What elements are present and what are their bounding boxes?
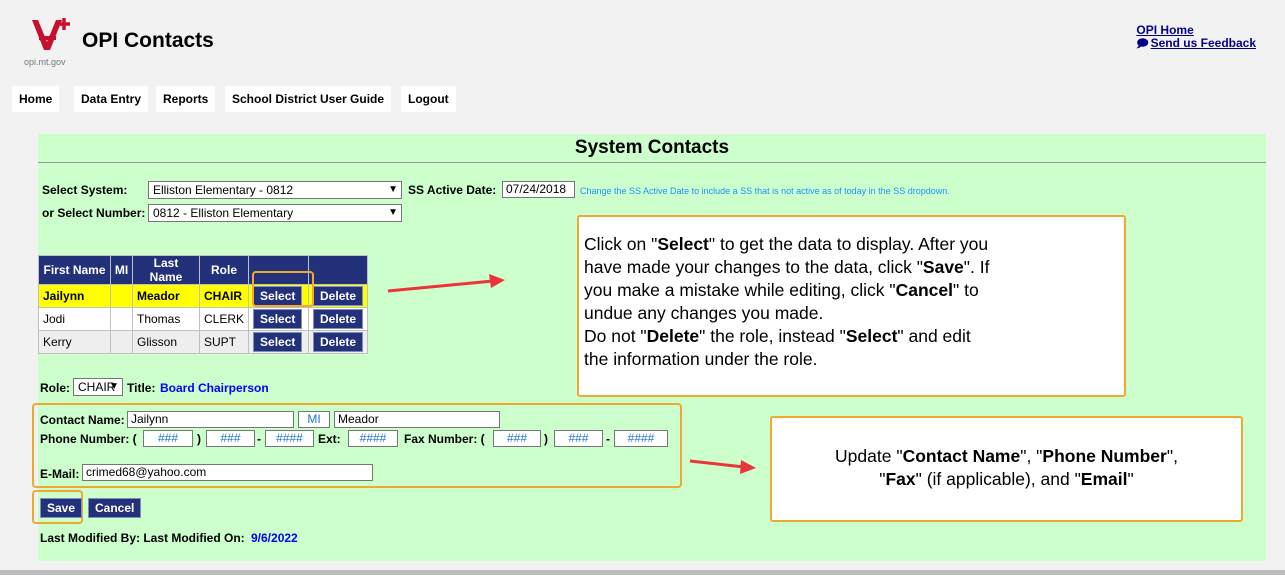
nav-reports[interactable]: Reports — [156, 86, 216, 112]
col-first-name: First Name — [38, 255, 111, 285]
fax-number-label: Fax Number: ( — [404, 432, 485, 446]
chevron-down-icon: ▼ — [388, 207, 398, 218]
cell-first-name: Kerry — [38, 330, 111, 354]
cell-mi — [110, 307, 133, 331]
fax-line-input[interactable]: #### — [614, 430, 668, 447]
page-title: System Contacts — [574, 137, 730, 158]
nav-home[interactable]: Home — [12, 86, 60, 112]
cell-role: SUPT — [198, 330, 250, 354]
phone-prefix-input[interactable]: ### — [206, 430, 255, 447]
last-modified-date: 9/6/2022 — [251, 531, 298, 545]
col-role: Role — [198, 255, 250, 285]
col-delete — [308, 255, 369, 285]
table-row: Jodi Thomas CLERK Select Delete — [38, 307, 369, 331]
contact-name-label: Contact Name: — [40, 413, 125, 427]
cell-mi — [110, 330, 133, 354]
contacts-table: First Name MI Last Name Role Jailynn Mea… — [38, 255, 369, 354]
first-name-input[interactable]: Jailynn — [127, 411, 294, 428]
ss-active-date-input[interactable]: 07/24/2018 — [502, 181, 575, 198]
col-mi: MI — [110, 255, 133, 285]
email-input[interactable]: crimed68@yahoo.com — [82, 464, 373, 481]
fax-paren-close: ) — [544, 432, 548, 446]
phone-paren-close: ) — [197, 432, 201, 446]
role-dropdown[interactable]: CHAIR ▼ — [73, 378, 123, 396]
select-system-label: Select System: — [42, 183, 128, 197]
col-last-name: Last Name — [132, 255, 200, 285]
delete-button[interactable]: Delete — [313, 286, 364, 306]
cell-first-name: Jodi — [38, 307, 111, 331]
speech-bubble-icon: 🗩 — [1136, 38, 1149, 50]
table-row: Kerry Glisson SUPT Select Delete — [38, 330, 369, 354]
nav-data-entry[interactable]: Data Entry — [74, 86, 149, 112]
title-label: Title: — [127, 381, 156, 395]
top-links: OPI Home 🗩 Send us Feedback — [1136, 24, 1256, 51]
select-number-dropdown[interactable]: 0812 - Elliston Elementary ▼ — [148, 204, 402, 222]
ext-label: Ext: — [318, 432, 341, 446]
mi-input[interactable]: MI — [298, 411, 330, 428]
select-number-value: 0812 - Elliston Elementary — [153, 206, 294, 220]
select-number-label: or Select Number: — [42, 206, 146, 220]
last-name-input[interactable]: Meador — [334, 411, 500, 428]
delete-button[interactable]: Delete — [313, 309, 364, 329]
select-instructions-callout: Click on "Select" to get the data to dis… — [577, 215, 1126, 397]
ss-active-date-label: SS Active Date: — [408, 183, 497, 197]
select-system-dropdown[interactable]: Elliston Elementary - 0812 ▼ — [148, 181, 402, 199]
title-divider — [38, 162, 1266, 163]
cell-last-name: Meador — [132, 284, 200, 308]
email-label: E-Mail: — [40, 467, 80, 481]
select-system-value: Elliston Elementary - 0812 — [153, 183, 294, 197]
cancel-button[interactable]: Cancel — [88, 498, 142, 518]
pointer-arrow-icon — [689, 459, 756, 474]
fax-dash: - — [606, 432, 610, 446]
phone-dash: - — [257, 432, 261, 446]
cell-delete: Delete — [308, 307, 369, 331]
ss-active-date-hint: Change the SS Active Date to include a S… — [580, 186, 950, 196]
select-button[interactable]: Select — [253, 309, 303, 329]
cell-delete: Delete — [308, 330, 369, 354]
last-modified-label: Last Modified By: Last Modified On: — [40, 531, 245, 545]
role-label: Role: — [40, 381, 70, 395]
send-feedback-link[interactable]: 🗩 Send us Feedback — [1136, 37, 1256, 51]
ext-input[interactable]: #### — [348, 430, 398, 447]
chevron-down-icon: ▼ — [109, 381, 119, 392]
nav-logout[interactable]: Logout — [401, 86, 456, 112]
fax-area-input[interactable]: ### — [493, 430, 541, 447]
cell-first-name: Jailynn — [38, 284, 111, 308]
cell-role: CLERK — [198, 307, 250, 331]
phone-area-input[interactable]: ### — [143, 430, 193, 447]
phone-line-input[interactable]: #### — [265, 430, 314, 447]
fax-prefix-input[interactable]: ### — [554, 430, 603, 447]
bottom-divider — [0, 570, 1285, 575]
cell-select: Select — [248, 307, 310, 331]
delete-button[interactable]: Delete — [313, 332, 364, 352]
select-highlight-frame — [252, 271, 314, 307]
title-value: Board Chairperson — [160, 381, 269, 395]
update-instructions-text: Update "Contact Name", "Phone Number", "… — [835, 446, 1178, 489]
cell-delete: Delete — [308, 284, 369, 308]
nav-user-guide[interactable]: School District User Guide — [225, 86, 392, 112]
cell-mi — [110, 284, 133, 308]
table-header-row: First Name MI Last Name Role — [38, 255, 369, 285]
cell-select: Select — [248, 330, 310, 354]
main-nav: Home Data Entry Reports School District … — [0, 86, 1285, 112]
save-button[interactable]: Save — [40, 498, 83, 518]
page-header: opi.mt.gov OPI Contacts OPI Home 🗩 Send u… — [0, 0, 1285, 86]
table-row: Jailynn Meador CHAIR Select Delete — [38, 284, 369, 308]
send-feedback-label: Send us Feedback — [1150, 36, 1256, 50]
logo-caption: opi.mt.gov — [24, 57, 66, 67]
cell-role: CHAIR — [198, 284, 250, 308]
select-instructions-text: Click on "Select" to get the data to dis… — [584, 234, 990, 369]
update-instructions-callout: Update "Contact Name", "Phone Number", "… — [770, 416, 1243, 522]
chevron-down-icon: ▼ — [388, 184, 398, 195]
phone-number-label: Phone Number: ( — [40, 432, 137, 446]
select-button[interactable]: Select — [253, 332, 303, 352]
cell-last-name: Glisson — [132, 330, 200, 354]
cell-last-name: Thomas — [132, 307, 200, 331]
app-title: OPI Contacts — [82, 29, 214, 52]
pointer-arrow-icon — [387, 274, 505, 293]
